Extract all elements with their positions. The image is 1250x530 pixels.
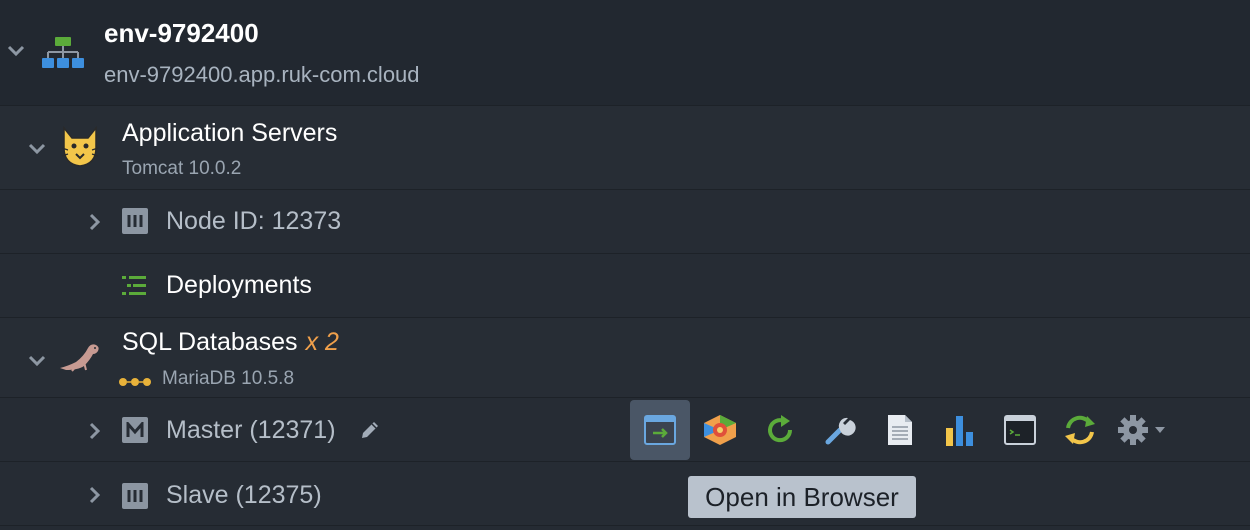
app-servers-group-row[interactable]: Application Servers Tomcat 10.0.2	[0, 106, 1250, 190]
open-in-browser-tooltip: Open in Browser	[688, 476, 916, 518]
node-id-label[interactable]: Node ID: 12373	[166, 207, 341, 236]
node-actions-toolbar	[630, 400, 1176, 460]
deployments-icon	[122, 275, 146, 302]
master-node-label[interactable]: Master (12371)	[166, 416, 336, 445]
environment-domain[interactable]: env-9792400.app.ruk-com.cloud	[104, 62, 420, 88]
add-ons-icon	[704, 415, 736, 445]
slave-node-row[interactable]: Slave (12375)	[0, 462, 1250, 526]
chevron-down-icon[interactable]	[7, 42, 25, 60]
sql-databases-title[interactable]: SQL Databases x 2	[122, 328, 339, 357]
log-file-icon	[888, 415, 912, 445]
chevron-right-icon[interactable]	[86, 422, 104, 440]
chevron-right-icon[interactable]	[86, 486, 104, 504]
restart-icon	[768, 415, 793, 443]
deployments-row[interactable]: Deployments	[0, 254, 1250, 318]
web-ssh-button[interactable]	[990, 400, 1050, 460]
cluster-dots-icon	[118, 374, 156, 392]
slave-node-label[interactable]: Slave (12375)	[166, 481, 322, 510]
chevron-right-icon[interactable]	[86, 213, 104, 231]
log-button[interactable]	[870, 400, 930, 460]
tomcat-icon	[60, 125, 100, 173]
chevron-down-icon[interactable]	[28, 352, 46, 370]
environment-row[interactable]: env-9792400 env-9792400.app.ruk-com.clou…	[0, 0, 1250, 106]
mariadb-seal-icon	[58, 342, 102, 377]
slave-node-icon	[122, 483, 148, 509]
node-icon	[122, 208, 148, 234]
open-in-browser-icon	[644, 415, 676, 445]
config-button[interactable]	[810, 400, 870, 460]
terminal-icon	[1004, 415, 1036, 445]
edit-pencil-icon[interactable]	[358, 418, 382, 447]
statistics-button[interactable]	[930, 400, 990, 460]
redeploy-icon	[1065, 415, 1095, 445]
redeploy-button[interactable]	[1050, 400, 1110, 460]
gear-icon	[1118, 415, 1165, 445]
environment-name[interactable]: env-9792400	[104, 18, 259, 49]
node-row-12373[interactable]: Node ID: 12373	[0, 190, 1250, 254]
app-servers-title[interactable]: Application Servers	[122, 119, 337, 148]
settings-button[interactable]	[1110, 400, 1176, 460]
statistics-icon	[946, 416, 973, 446]
open-in-browser-button[interactable]	[630, 400, 690, 460]
config-wrench-icon	[825, 417, 856, 445]
restart-button[interactable]	[750, 400, 810, 460]
sql-databases-group-row[interactable]: SQL Databases x 2 MariaDB 10.5.8	[0, 318, 1250, 398]
mariadb-version: MariaDB 10.5.8	[162, 368, 295, 389]
node-count-badge: x 2	[305, 328, 339, 356]
add-ons-button[interactable]	[690, 400, 750, 460]
app-servers-version: Tomcat 10.0.2	[122, 158, 242, 179]
master-node-icon	[122, 417, 148, 443]
topology-icon	[42, 37, 84, 76]
deployments-label[interactable]: Deployments	[166, 271, 312, 300]
sql-databases-label: SQL Databases	[122, 328, 298, 356]
environment-tree: env-9792400 env-9792400.app.ruk-com.clou…	[0, 0, 1250, 530]
chevron-down-icon[interactable]	[28, 140, 46, 158]
